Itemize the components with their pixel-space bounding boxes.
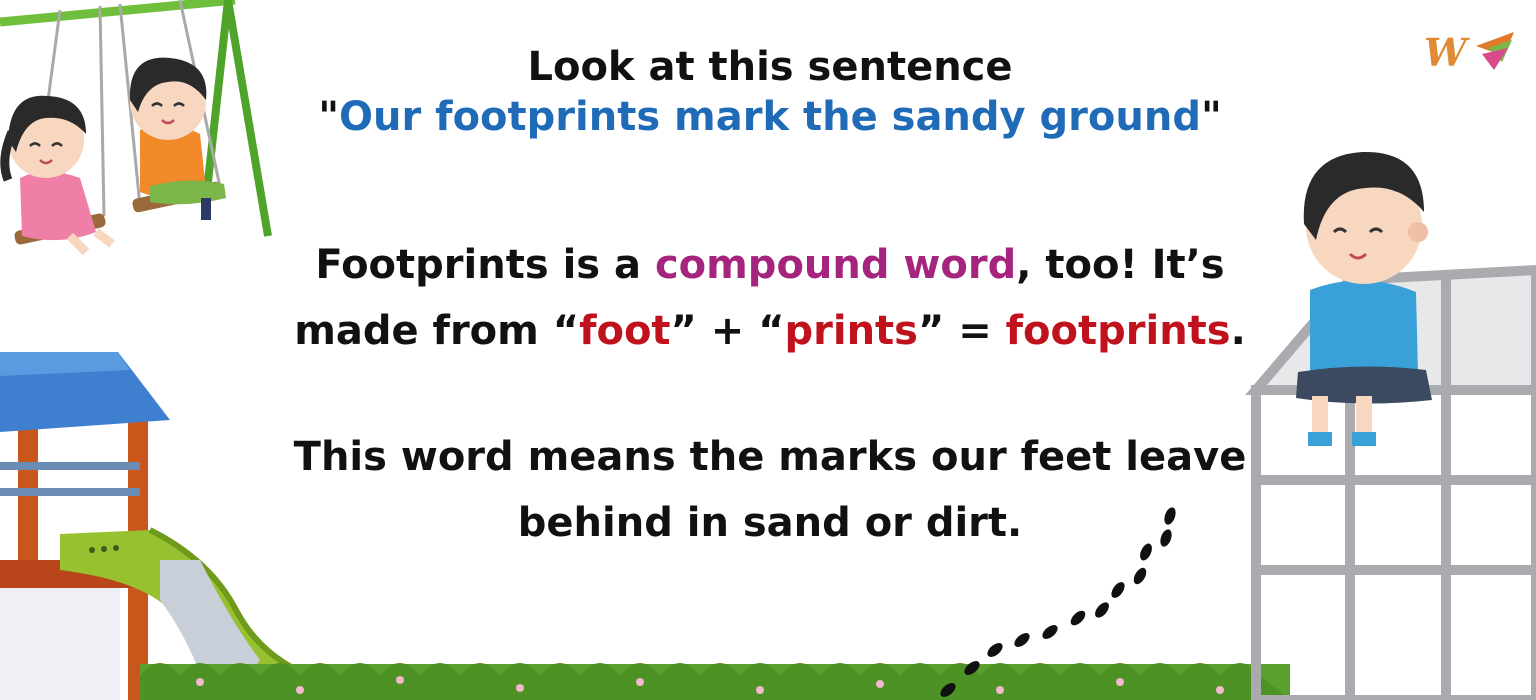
explanation-line-2: made from “foot” + “prints” = footprints… [240, 298, 1300, 364]
quote-open: " [318, 94, 340, 140]
heading-line: Look at this sentence [527, 44, 1013, 90]
text-segment: , too! It’s [1016, 242, 1225, 288]
brand-logo: W [1424, 30, 1514, 75]
text-segment: ” + “ [670, 308, 785, 354]
explanation-line-1: Footprints is a compound word, too! It’s [240, 232, 1300, 298]
meaning-line-2: behind in sand or dirt. [517, 500, 1023, 546]
text-segment: Footprints is a [315, 242, 655, 288]
girl-on-swing [0, 95, 115, 256]
heading-block: Look at this sentence "Our footprints ma… [240, 42, 1300, 142]
sentence-text: Our footprints mark the sandy ground [339, 94, 1201, 140]
text-segment: made from “ [294, 308, 580, 354]
compound-explanation: Footprints is a compound word, too! It’s… [240, 232, 1300, 364]
example-sentence: "Our footprints mark the sandy ground" [240, 92, 1300, 142]
text-segment: . [1230, 308, 1246, 354]
word-part-prints: prints [784, 308, 918, 354]
quote-close: " [1200, 94, 1222, 140]
play-structure [0, 352, 170, 700]
svg-text:W: W [1424, 30, 1470, 75]
compound-result: footprints [1005, 308, 1231, 354]
text-segment: ” = [917, 308, 1006, 354]
word-part-foot: foot [579, 308, 671, 354]
slide-canvas: W Look at this sentence "Our footprints … [0, 0, 1536, 700]
compound-word-term: compound word [654, 242, 1017, 288]
meaning-line-1: This word means the marks our feet leave [293, 434, 1247, 480]
bushes [140, 663, 1290, 700]
meaning-block: This word means the marks our feet leave… [240, 424, 1300, 556]
boy-sitting [1296, 151, 1432, 446]
